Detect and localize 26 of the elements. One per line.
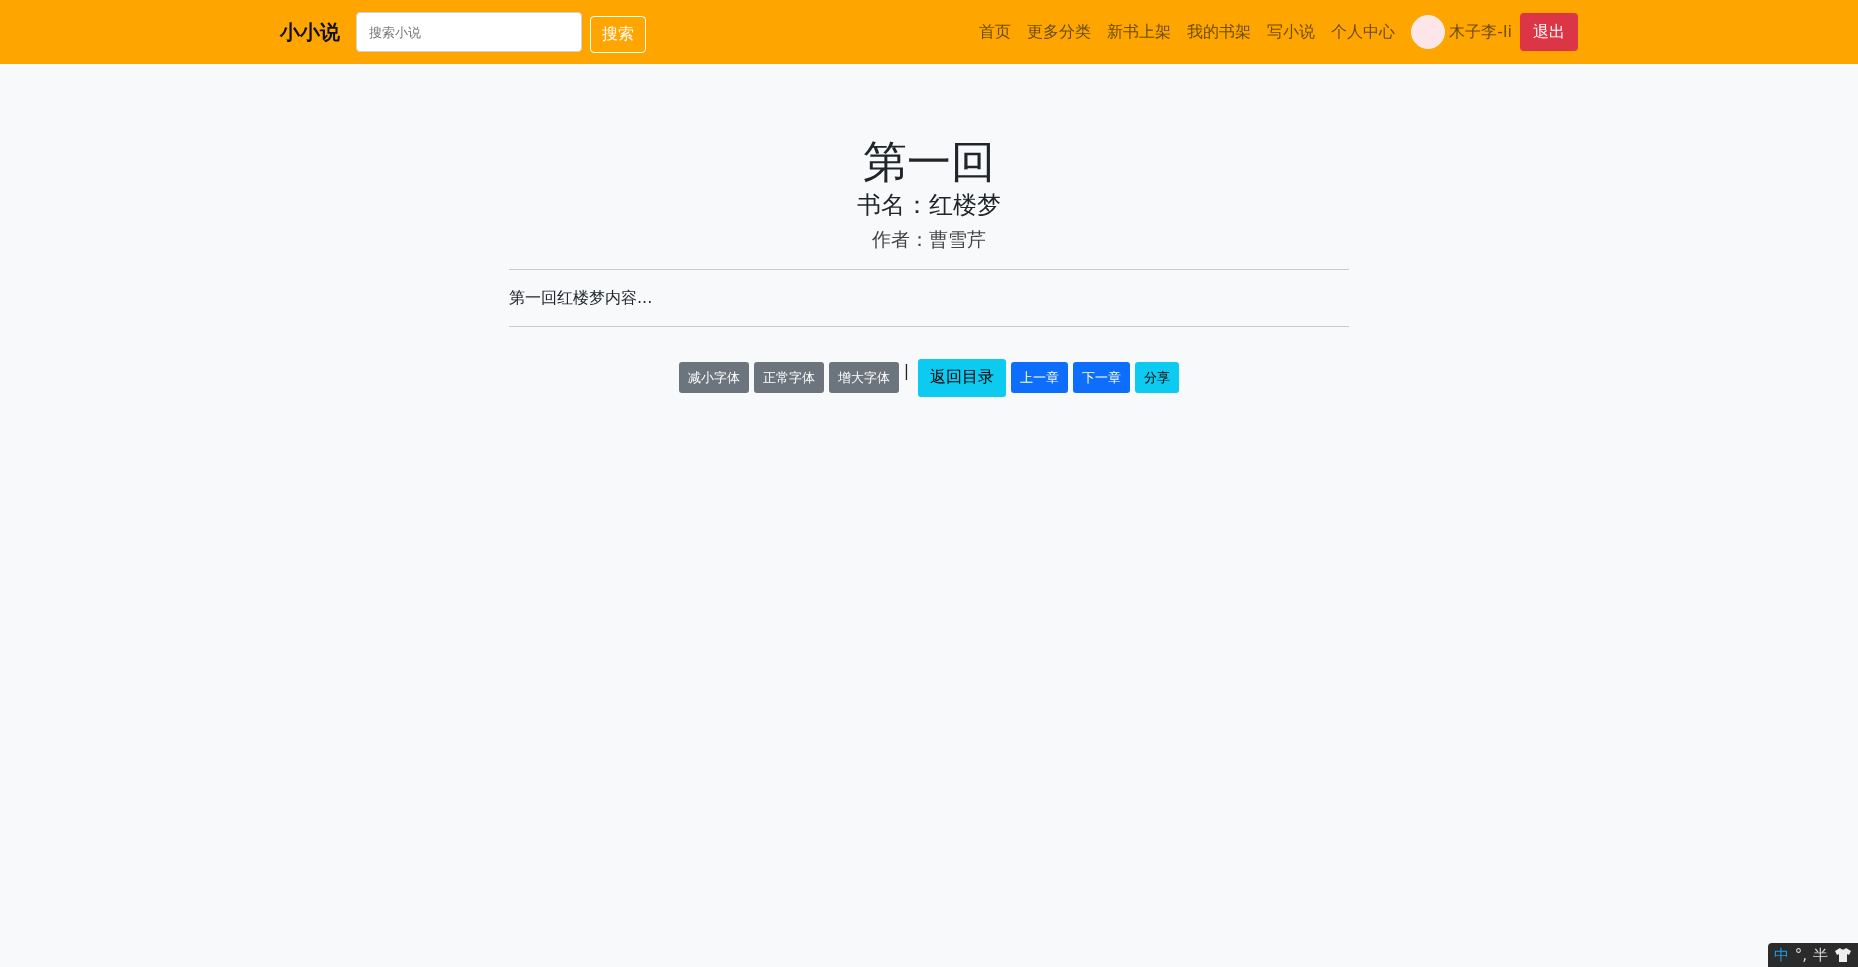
punctuation-mode-text[interactable]: °,: [1794, 946, 1807, 964]
author-name: 作者：曹雪芹: [871, 226, 987, 252]
chapter-nav-button[interactable]: 上一章: [1011, 362, 1069, 394]
nav-link[interactable]: 新书上架: [1107, 21, 1172, 43]
nav-link[interactable]: 个人中心: [1331, 21, 1396, 43]
font-size-button[interactable]: 增大字体: [828, 362, 899, 394]
chapter-title: 第一回: [862, 136, 996, 189]
font-size-button[interactable]: 减小字体: [678, 362, 749, 394]
nav-link[interactable]: 我的书架: [1187, 21, 1252, 43]
separator-text: |: [903, 360, 910, 380]
logout-button[interactable]: 退出: [1520, 13, 1578, 51]
input-mode-text[interactable]: 中: [1773, 945, 1789, 965]
nav-link[interactable]: 更多分类: [1027, 21, 1092, 43]
book-name: 书名：红楼梦: [856, 189, 1002, 221]
width-mode-text[interactable]: 半: [1813, 945, 1828, 965]
share-button[interactable]: 分享: [1135, 362, 1180, 394]
chapter-content: 第一回红楼梦内容...: [509, 286, 654, 309]
font-size-button[interactable]: 正常字体: [753, 362, 824, 394]
nav-link[interactable]: 写小说: [1267, 21, 1316, 43]
username-link[interactable]: 木子李-li: [1449, 21, 1512, 43]
chapter-nav-button[interactable]: 下一章: [1073, 362, 1131, 394]
search-field[interactable]: 搜索小说: [356, 12, 582, 52]
site-logo[interactable]: 小小说: [280, 18, 340, 46]
nav-link[interactable]: 首页: [979, 21, 1012, 43]
table-of-contents-button[interactable]: 返回目录: [918, 358, 1007, 397]
shirt-icon[interactable]: [1834, 947, 1852, 963]
